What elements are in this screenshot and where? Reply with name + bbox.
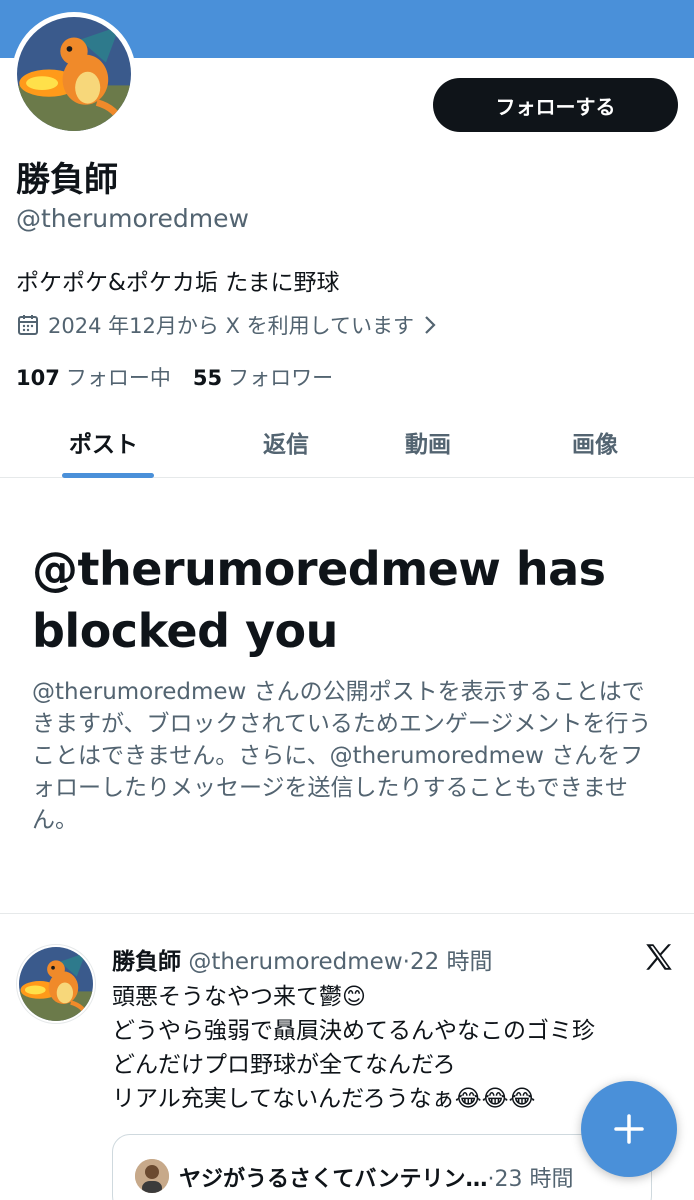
- post-line: 頭悪そうなやつ来て鬱😊: [112, 984, 366, 1010]
- post-author-avatar[interactable]: [16, 944, 96, 1024]
- chevron-right-icon: [425, 316, 436, 334]
- profile-tabs: ポスト 返信 動画 画像: [0, 405, 694, 478]
- following-count: 107: [16, 366, 60, 390]
- tab-images[interactable]: 画像: [572, 425, 618, 459]
- quoted-timestamp: 23 時間: [494, 1167, 574, 1192]
- active-tab-indicator: [62, 473, 154, 478]
- quoted-post-card[interactable]: ヤジがうるさくてバンテリン…·23 時間: [112, 1134, 652, 1200]
- following-link[interactable]: 107 フォロー中: [16, 362, 171, 392]
- post-line: どうやら強弱で贔屓決めてるんやなこのゴミ珍: [112, 1018, 595, 1044]
- follow-button[interactable]: フォローする: [433, 78, 678, 132]
- profile-handle: @therumoredmew: [16, 204, 249, 233]
- blocked-title: @therumoredmew has blocked you: [32, 542, 606, 658]
- quoted-author-avatar: [135, 1159, 169, 1193]
- plus-icon: [614, 1114, 644, 1144]
- profile-bio: ポケポケ&ポケカ垢 たまに野球: [16, 270, 340, 296]
- blocked-description: @therumoredmew さんの公開ポストを表示することはできますが、ブロッ…: [32, 679, 652, 833]
- followers-label: フォロワー: [228, 366, 334, 390]
- charizard-avatar-icon: [19, 947, 93, 1021]
- follow-stats: 107 フォロー中 55 フォロワー: [16, 362, 333, 392]
- tab-replies[interactable]: 返信: [263, 425, 309, 459]
- following-label: フォロー中: [65, 366, 171, 390]
- post-header: 勝負師 @therumoredmew·22 時間: [112, 942, 493, 976]
- charizard-avatar-icon: [17, 17, 131, 131]
- followers-link[interactable]: 55 フォロワー: [193, 362, 333, 392]
- post-separator: ·: [402, 949, 410, 975]
- post-author-name[interactable]: 勝負師: [112, 949, 181, 975]
- divider: [0, 913, 694, 914]
- x-logo-icon: [646, 944, 672, 970]
- profile-avatar[interactable]: [12, 12, 136, 136]
- tab-videos[interactable]: 動画: [405, 425, 451, 459]
- calendar-icon: [18, 315, 38, 335]
- profile-display-name: 勝負師: [16, 160, 118, 200]
- post-author-handle[interactable]: @therumoredmew: [188, 949, 402, 975]
- post-body[interactable]: 頭悪そうなやつ来て鬱😊 どうやら強弱で贔屓決めてるんやなこのゴミ珍 どんだけプロ…: [112, 980, 672, 1116]
- joined-date[interactable]: 2024 年12月から X を利用しています: [16, 310, 438, 340]
- post-timestamp[interactable]: 22 時間: [410, 949, 493, 975]
- person-avatar-icon: [135, 1159, 169, 1193]
- quoted-author-name: ヤジがうるさくてバンテリン…: [179, 1167, 488, 1192]
- compose-post-button[interactable]: [581, 1081, 677, 1177]
- post-line: どんだけプロ野球が全てなんだろ: [112, 1052, 456, 1078]
- joined-text: 2024 年12月から X を利用しています: [48, 314, 414, 338]
- tab-posts[interactable]: ポスト: [69, 425, 138, 459]
- followers-count: 55: [192, 366, 223, 390]
- quoted-post-header: ヤジがうるさくてバンテリン…·23 時間: [179, 1161, 573, 1193]
